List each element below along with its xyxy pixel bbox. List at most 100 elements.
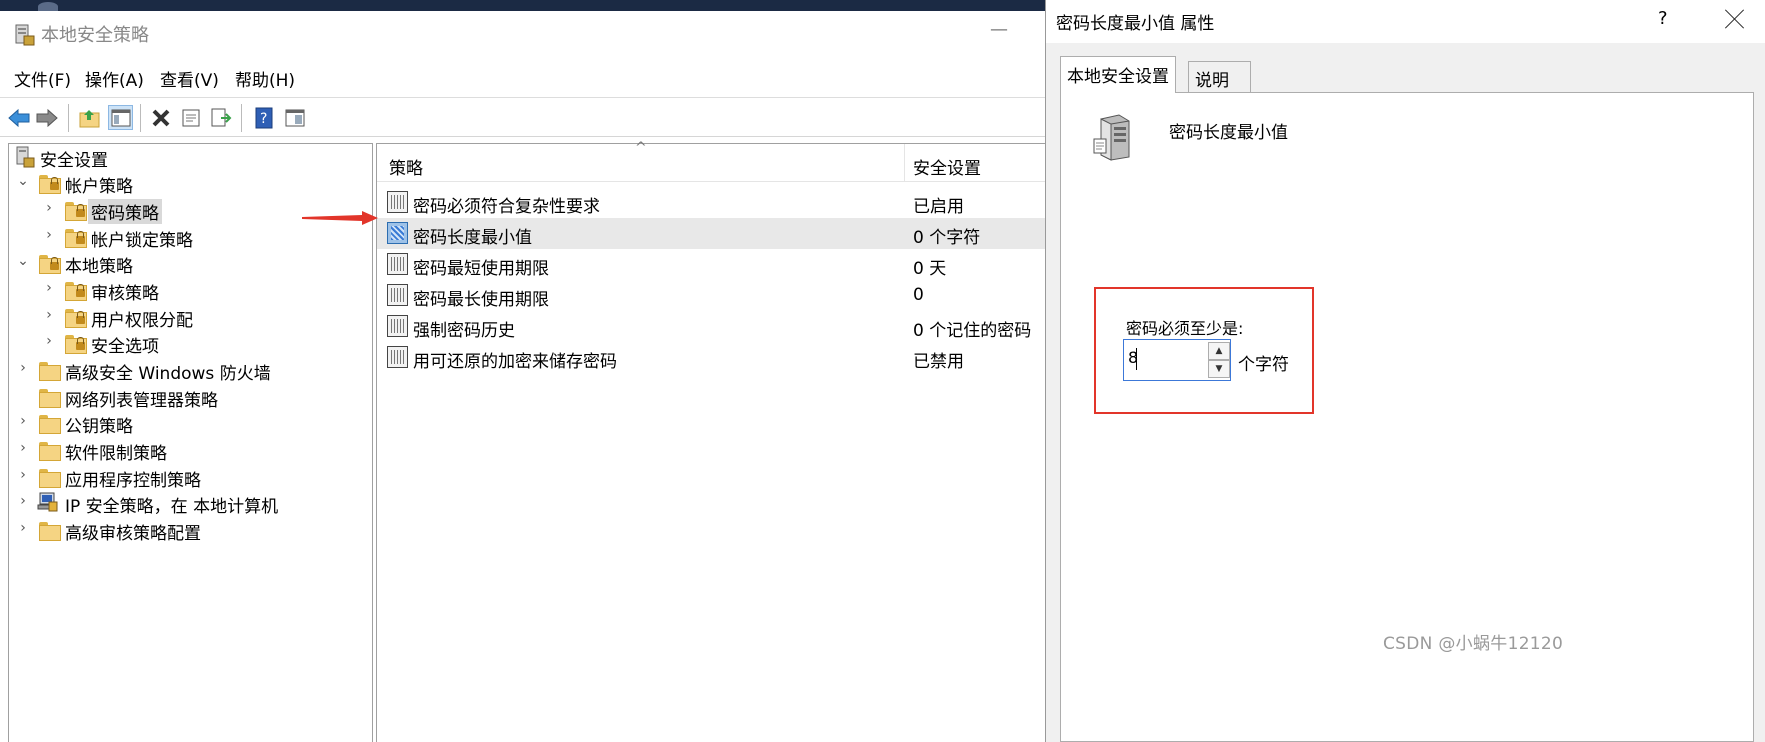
security-settings-icon: [16, 146, 35, 168]
up-folder-icon[interactable]: [77, 105, 102, 130]
folder-icon: [39, 442, 61, 461]
security-policy-app-icon: [15, 24, 35, 46]
locked-folder-icon: [39, 255, 61, 274]
tree-item-audit-policy[interactable]: › 审核策略: [9, 277, 369, 305]
policy-name: 强制密码历史: [413, 321, 515, 341]
forward-icon[interactable]: [34, 105, 59, 130]
chevron-right-icon[interactable]: ›: [41, 227, 57, 243]
tree-item-label: 帐户策略: [65, 177, 133, 197]
policy-item-icon: [387, 191, 408, 213]
chevron-right-icon[interactable]: ›: [15, 360, 31, 376]
list-row[interactable]: 密码必须符合复杂性要求 已启用: [377, 187, 1046, 218]
annotation-arrow-icon: [302, 211, 378, 225]
tree-item-label: 高级审核策略配置: [65, 524, 201, 544]
spin-down-button[interactable]: ▼: [1208, 360, 1230, 378]
chevron-right-icon[interactable]: ›: [41, 280, 57, 296]
column-divider[interactable]: [904, 144, 905, 182]
tree-item-software-restriction[interactable]: › 软件限制策略: [9, 437, 369, 465]
chevron-down-icon[interactable]: ⌄: [15, 253, 31, 269]
console-view-icon[interactable]: [282, 105, 307, 130]
sort-ascending-icon: ^: [635, 140, 647, 156]
help-icon[interactable]: ?: [251, 105, 276, 130]
title-bar: 本地安全策略 —: [0, 11, 1046, 56]
desktop-icon-fragment: [38, 2, 58, 11]
tree-item-label: 本地策略: [65, 257, 133, 277]
tree-item-label: 软件限制策略: [65, 444, 167, 464]
column-header-policy[interactable]: 策略: [389, 154, 423, 179]
menu-help[interactable]: 帮助(H): [235, 66, 295, 91]
tree-item-label: 应用程序控制策略: [65, 471, 201, 491]
show-hide-tree-icon[interactable]: [108, 105, 133, 130]
menu-bar: 文件(F) 操作(A) 查看(V) 帮助(H): [0, 61, 1046, 91]
policy-setting: 0 个记住的密码: [913, 321, 1032, 341]
spin-control: ▲ ▼: [1208, 342, 1230, 378]
tree-item-app-control[interactable]: › 应用程序控制策略: [9, 464, 369, 492]
chevron-right-icon[interactable]: ›: [15, 440, 31, 456]
tree-item-label: 帐户锁定策略: [91, 231, 193, 251]
list-row[interactable]: 用可还原的加密来储存密码 已禁用: [377, 342, 1046, 373]
tab-explain[interactable]: 说明: [1188, 61, 1251, 92]
policy-list-pane: ^ 策略 安全设置 密码必须符合复杂性要求 已启用 密码长度最小值 0 个字符 …: [376, 140, 1046, 742]
list-row[interactable]: 强制密码历史 0 个记住的密码: [377, 311, 1046, 342]
properties-icon[interactable]: [178, 105, 203, 130]
tree-item-label: 用户权限分配: [91, 311, 193, 331]
toolbar: ?: [0, 97, 1046, 137]
local-security-policy-window: 本地安全策略 — 文件(F) 操作(A) 查看(V) 帮助(H) ? 安全设置 …: [0, 11, 1046, 742]
policy-setting: 0 天: [913, 259, 947, 279]
tree-item-firewall[interactable]: › 高级安全 Windows 防火墙: [9, 357, 369, 385]
chevron-right-icon[interactable]: ›: [15, 520, 31, 536]
column-header-setting[interactable]: 安全设置: [913, 154, 981, 179]
folder-icon: [39, 469, 61, 488]
tree-item-public-key[interactable]: › 公钥策略: [9, 410, 369, 438]
list-row[interactable]: 密码最短使用期限 0 天: [377, 249, 1046, 280]
toolbar-separator: [68, 104, 69, 132]
policy-setting: 0: [913, 285, 924, 305]
chevron-right-icon[interactable]: ›: [15, 493, 31, 509]
minimum-length-input[interactable]: 8 ▲ ▼: [1123, 339, 1231, 381]
toolbar-separator: [140, 104, 141, 132]
chevron-right-icon[interactable]: ›: [41, 307, 57, 323]
policy-name: 用可还原的加密来储存密码: [413, 352, 617, 372]
tree-item-account-lockout[interactable]: › 帐户锁定策略: [9, 224, 369, 252]
chevron-right-icon[interactable]: ›: [15, 413, 31, 429]
tree-item-ip-security[interactable]: › IP 安全策略，在 本地计算机: [9, 490, 369, 518]
tree-item-account-policy[interactable]: ⌄ 帐户策略: [9, 170, 369, 198]
folder-icon: [39, 415, 61, 434]
watermark: CSDN @小蜗牛12120: [1383, 634, 1564, 654]
close-icon[interactable]: [1724, 8, 1746, 30]
tree-item-user-rights[interactable]: › 用户权限分配: [9, 304, 369, 332]
menu-action[interactable]: 操作(A): [85, 66, 144, 91]
menu-file[interactable]: 文件(F): [14, 66, 71, 91]
chevron-down-icon[interactable]: ⌄: [15, 173, 31, 189]
tree-item-network-list[interactable]: 网络列表管理器策略: [9, 384, 369, 412]
tree-item-label: 安全选项: [91, 337, 159, 357]
dialog-title: 密码长度最小值 属性: [1056, 14, 1215, 34]
policy-name: 密码最长使用期限: [413, 290, 549, 310]
menu-view[interactable]: 查看(V): [160, 66, 219, 91]
tab-local-security-setting[interactable]: 本地安全设置: [1060, 56, 1176, 93]
tree-item-advanced-audit[interactable]: › 高级审核策略配置: [9, 517, 369, 545]
locked-folder-icon: [65, 282, 87, 301]
locked-folder-icon: [65, 229, 87, 248]
locked-folder-icon: [65, 335, 87, 354]
tree-item-label: 高级安全 Windows 防火墙: [65, 364, 271, 384]
spin-up-button[interactable]: ▲: [1208, 342, 1230, 360]
back-icon[interactable]: [6, 105, 31, 130]
list-row[interactable]: 密码最长使用期限 0: [377, 280, 1046, 311]
delete-icon[interactable]: [148, 105, 173, 130]
chevron-right-icon[interactable]: ›: [41, 333, 57, 349]
tree-item-security-options[interactable]: › 安全选项: [9, 330, 369, 358]
export-list-icon[interactable]: [208, 105, 233, 130]
tree-item-label: 审核策略: [91, 284, 159, 304]
minimize-button[interactable]: —: [990, 19, 1008, 40]
policy-item-icon: [387, 253, 408, 275]
policy-setting: 已启用: [913, 197, 964, 217]
tree-item-local-policy[interactable]: ⌄ 本地策略: [9, 250, 369, 278]
chevron-right-icon[interactable]: ›: [15, 467, 31, 483]
tree-root[interactable]: 安全设置: [9, 144, 369, 172]
help-button[interactable]: ?: [1658, 8, 1668, 29]
folder-icon: [39, 362, 61, 381]
chevron-right-icon[interactable]: ›: [41, 200, 57, 216]
list-row-selected[interactable]: 密码长度最小值 0 个字符: [377, 218, 1046, 249]
policy-title: 密码长度最小值: [1169, 123, 1288, 143]
